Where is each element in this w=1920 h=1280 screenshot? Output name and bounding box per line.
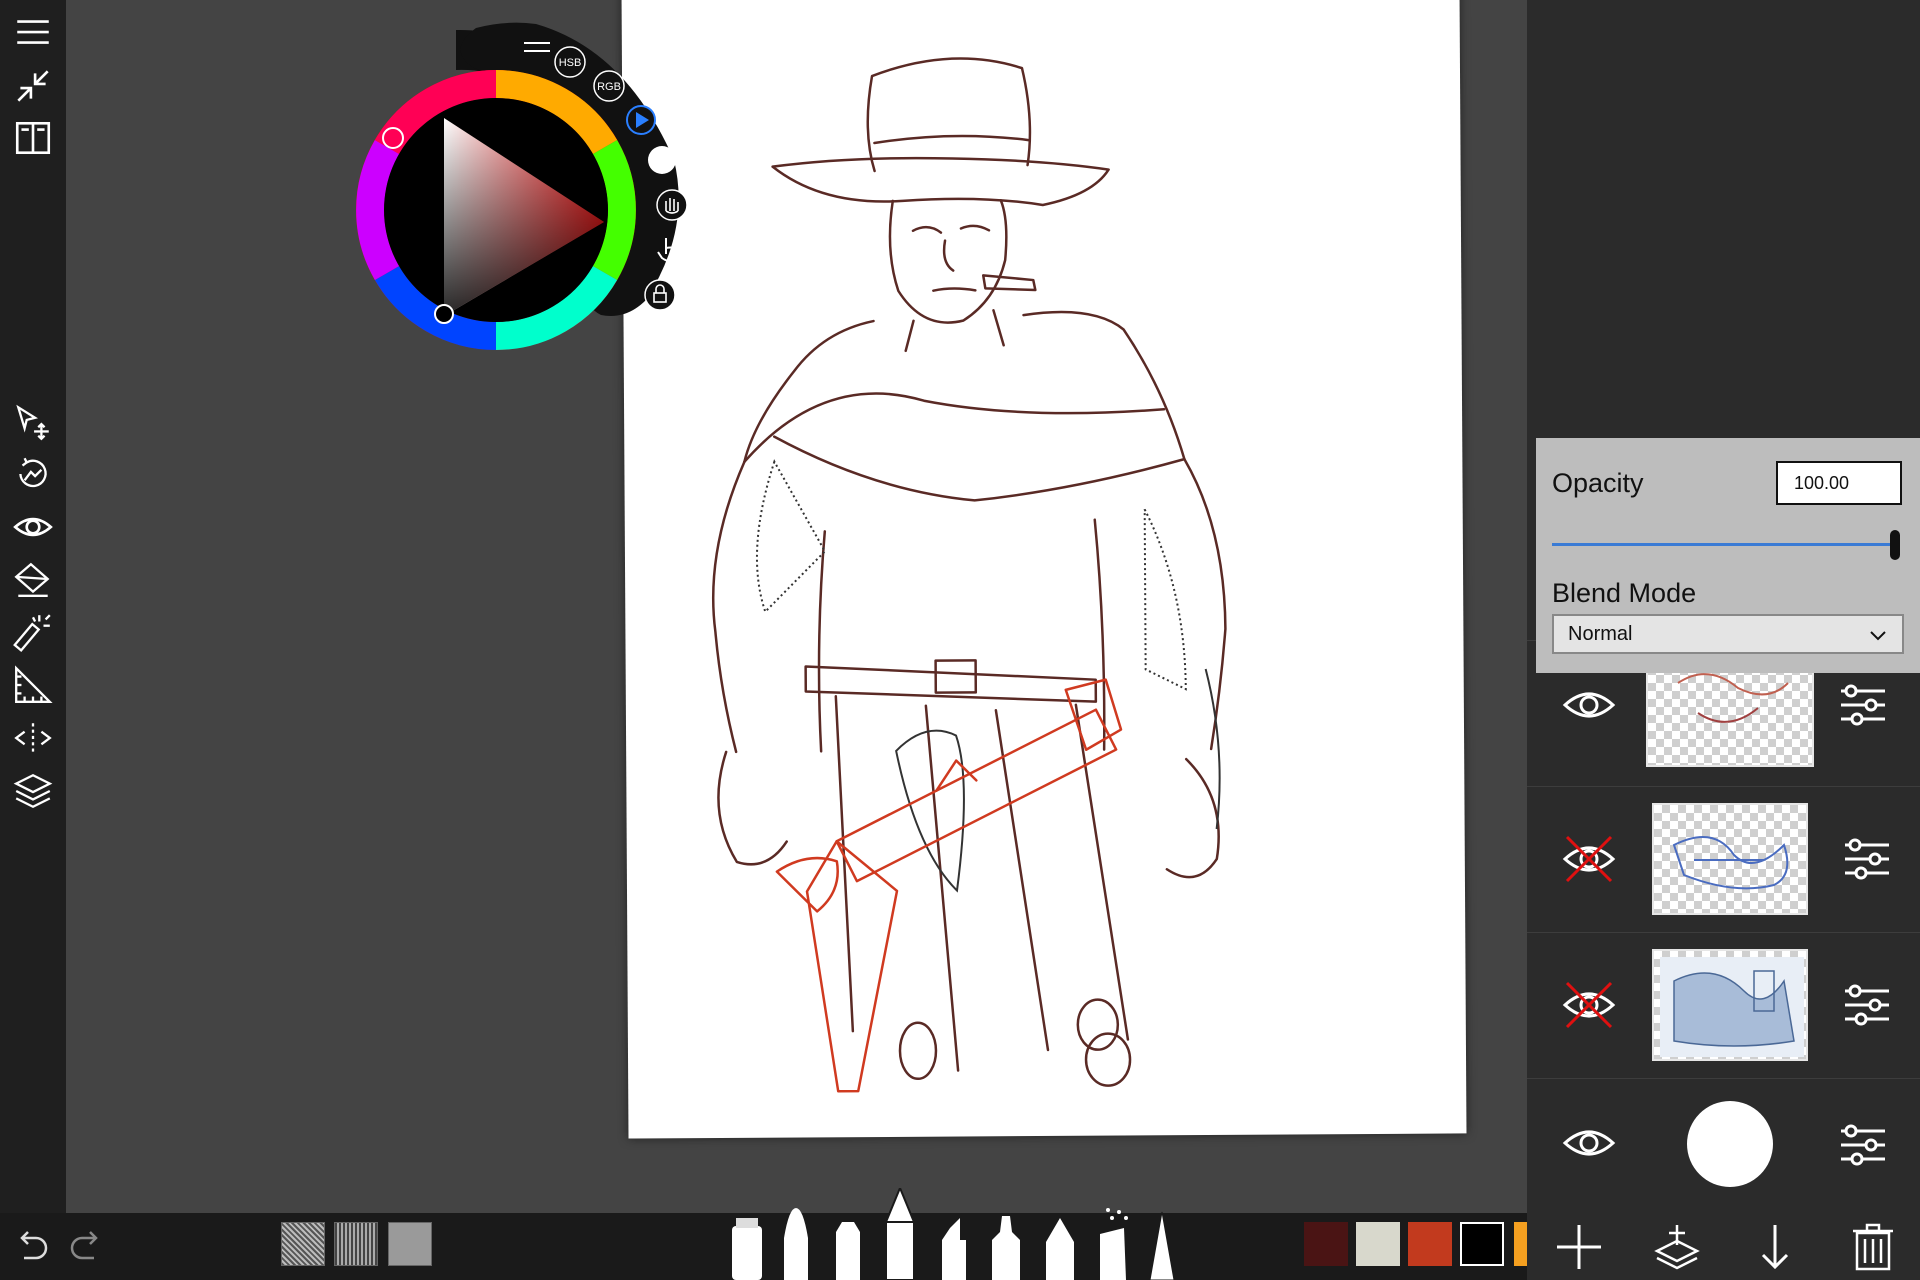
layer-hidden-eye-icon[interactable] — [1559, 829, 1619, 889]
layer-settings-icon[interactable] — [1841, 835, 1893, 883]
layer-hidden-eye-icon[interactable] — [1559, 975, 1619, 1035]
layer-actions-bar — [1527, 1213, 1920, 1280]
blend-mode-label: Blend Mode — [1552, 578, 1697, 608]
opacity-slider[interactable] — [1552, 530, 1904, 560]
color-swatch[interactable] — [1408, 1222, 1452, 1266]
layer-properties-popup: Opacity 100.00 Blend Mode Normal — [1536, 438, 1920, 673]
background-color-swatch[interactable] — [1687, 1101, 1773, 1187]
move-down-icon[interactable] — [1749, 1221, 1801, 1273]
layer-visible-eye-icon[interactable] — [1559, 675, 1619, 735]
layer-thumbnail[interactable] — [1652, 803, 1808, 915]
layer-settings-icon[interactable] — [1837, 1121, 1889, 1169]
texture-flat[interactable] — [388, 1222, 432, 1266]
collapse-icon[interactable] — [9, 62, 57, 110]
fill-icon[interactable] — [9, 555, 57, 603]
pencil-brush[interactable] — [885, 1188, 915, 1280]
hsb-button[interactable]: HSB — [554, 46, 586, 78]
magic-wand-icon[interactable] — [9, 608, 57, 656]
eraser-brush[interactable] — [732, 1218, 762, 1280]
layer-thumbnail[interactable] — [1652, 949, 1808, 1061]
color-swatch[interactable] — [1356, 1222, 1400, 1266]
blend-mode-select[interactable]: Normal — [1552, 614, 1904, 654]
texture-noise[interactable] — [281, 1222, 325, 1266]
left-toolbar — [0, 0, 66, 1213]
rgb-button[interactable]: RGB — [593, 70, 625, 102]
delete-layer-icon[interactable] — [1847, 1221, 1899, 1273]
opacity-slider-thumb[interactable] — [1890, 530, 1900, 560]
merge-layer-icon[interactable] — [1651, 1221, 1703, 1273]
canvas-area[interactable]: HSB RGB — [66, 0, 1527, 1213]
rgb-label: RGB — [597, 81, 621, 93]
background-layer-row[interactable] — [1527, 1078, 1920, 1213]
paint-brush[interactable] — [784, 1208, 808, 1280]
hand-icon[interactable] — [656, 189, 688, 221]
background-visible-eye-icon[interactable] — [1559, 1113, 1619, 1173]
lock-icon[interactable] — [644, 279, 676, 311]
color-dot-icon[interactable] — [648, 146, 676, 174]
color-swatch[interactable] — [1304, 1222, 1348, 1266]
undo-icon[interactable] — [12, 1224, 52, 1264]
color-swatch[interactable] — [1460, 1222, 1504, 1266]
reference-photo-thumbnail — [1660, 957, 1804, 1057]
texture-weave[interactable] — [334, 1222, 378, 1266]
smudge-cone-brush[interactable] — [1149, 1211, 1175, 1280]
opacity-label: Opacity — [1552, 468, 1644, 498]
drawing-canvas[interactable] — [621, 0, 1467, 1139]
select-transform-icon[interactable] — [9, 398, 57, 446]
opacity-input[interactable]: 100.00 — [1776, 461, 1902, 505]
layer-row[interactable] — [1527, 932, 1920, 1078]
symmetry-icon[interactable] — [9, 714, 57, 762]
redo-icon[interactable] — [66, 1224, 106, 1264]
airbrush-brush[interactable] — [1100, 1208, 1128, 1280]
chisel-marker-brush[interactable] — [942, 1218, 966, 1280]
blend-mode-value: Normal — [1568, 622, 1633, 645]
layer-settings-icon[interactable] — [1841, 981, 1893, 1029]
layers-icon[interactable] — [9, 767, 57, 815]
add-layer-icon[interactable] — [1553, 1221, 1605, 1273]
opacity-slider-track — [1552, 543, 1892, 546]
color-swatch[interactable] — [1514, 1222, 1527, 1266]
hue-ring[interactable] — [356, 70, 636, 350]
fountain-pen-brush[interactable] — [1046, 1218, 1074, 1280]
gallery-icon[interactable] — [9, 114, 57, 162]
transform-icon[interactable] — [9, 450, 57, 498]
chevron-down-icon — [1870, 631, 1886, 641]
play-icon[interactable] — [626, 105, 656, 135]
ruler-icon[interactable] — [9, 661, 57, 709]
cowboy-sketch — [711, 57, 1227, 1093]
hsb-label: HSB — [559, 57, 582, 69]
felt-pen-brush[interactable] — [992, 1216, 1020, 1280]
saturation-selector[interactable] — [434, 304, 454, 324]
blue-sketch-thumbnail — [1672, 836, 1789, 890]
layer-row[interactable] — [1527, 786, 1920, 932]
layer-settings-icon[interactable] — [1837, 681, 1889, 729]
visibility-icon[interactable] — [9, 503, 57, 551]
brush-strip — [732, 1188, 1175, 1280]
menu-icon[interactable] — [9, 8, 57, 56]
marker-brush[interactable] — [836, 1222, 860, 1280]
color-puck[interactable]: HSB RGB — [356, 10, 706, 350]
